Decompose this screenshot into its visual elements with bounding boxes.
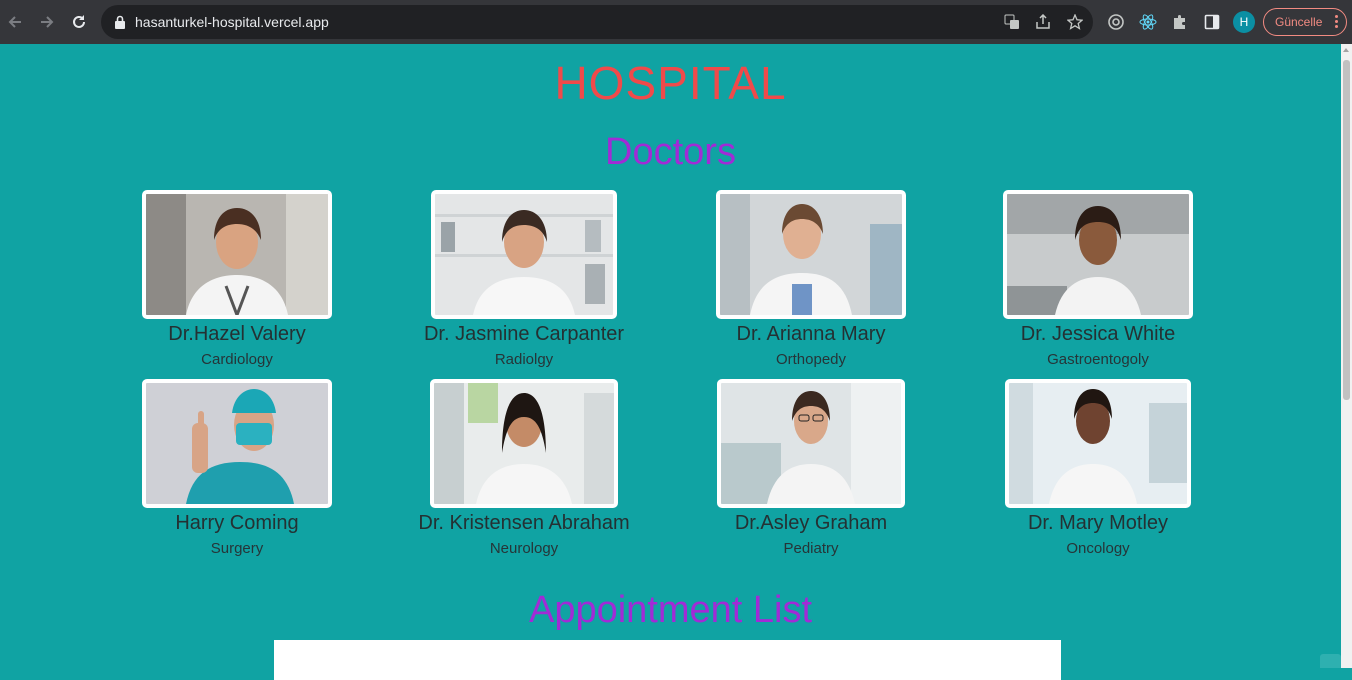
doctor-photo-frame — [716, 190, 906, 319]
doctors-heading: Doctors — [605, 131, 736, 173]
doctor-name: Dr. Arianna Mary — [736, 323, 886, 345]
doctor-card[interactable]: Dr.Asley Graham Pediatry — [691, 379, 931, 559]
doctor-photo — [146, 383, 328, 504]
doctor-card[interactable]: Dr.Hazel Valery Cardiology — [117, 190, 357, 370]
doctor-photo-frame — [431, 190, 617, 319]
doctor-card[interactable]: Dr. Kristensen Abraham Neurology — [404, 379, 644, 559]
site-title: HOSPITAL — [554, 57, 787, 109]
back-arrow-icon[interactable] — [3, 10, 27, 34]
doctor-photo — [146, 194, 328, 315]
doctor-department: Neurology — [489, 540, 559, 557]
share-icon[interactable] — [1034, 13, 1052, 31]
doctor-card[interactable]: Dr. Jessica White Gastroentogoly — [978, 190, 1218, 370]
doctor-name: Harry Coming — [175, 512, 299, 534]
doctor-name: Dr.Asley Graham — [734, 512, 888, 534]
doctor-department: Radiolgy — [494, 351, 554, 368]
lock-icon[interactable] — [114, 15, 126, 34]
scroll-up-arrow-icon[interactable] — [1343, 48, 1349, 52]
doctor-name: Dr. Jasmine Carpanter — [423, 323, 625, 345]
doctor-department: Cardiology — [201, 351, 273, 368]
doctor-photo-frame — [142, 379, 332, 508]
doctor-card[interactable]: Dr. Arianna Mary Orthopedy — [691, 190, 931, 370]
doctor-card[interactable]: Harry Coming Surgery — [117, 379, 357, 559]
doctor-card[interactable]: Dr. Jasmine Carpanter Radiolgy — [404, 190, 644, 370]
reload-icon[interactable] — [67, 10, 91, 34]
page-viewport: HOSPITAL Doctors Dr.Hazel Valery Cardiol… — [0, 44, 1341, 680]
doctor-department: Pediatry — [783, 540, 839, 557]
scrollbar-thumb[interactable] — [1343, 60, 1350, 400]
puzzle-icon[interactable] — [1170, 12, 1190, 32]
doctor-department: Oncology — [1066, 540, 1130, 557]
doctor-department: Surgery — [210, 540, 264, 557]
doctor-photo — [434, 383, 614, 504]
kebab-menu-icon[interactable] — [1335, 15, 1338, 30]
doctor-name: Dr. Jessica White — [1020, 323, 1176, 345]
doctor-photo — [1007, 194, 1189, 315]
star-icon[interactable] — [1066, 13, 1084, 31]
browser-toolbar: hasanturkel-hospital.vercel.app H Güncel… — [0, 0, 1352, 44]
doctor-photo-frame — [1003, 190, 1193, 319]
doctor-photo — [720, 194, 902, 315]
doctor-photo — [1009, 383, 1187, 504]
doctor-name: Dr. Mary Motley — [1027, 512, 1169, 534]
translate-icon[interactable] — [1003, 13, 1021, 31]
corner-widget[interactable] — [1320, 654, 1341, 668]
address-bar[interactable]: hasanturkel-hospital.vercel.app — [101, 5, 1093, 39]
doctor-photo-frame — [717, 379, 905, 508]
extension-circle-icon[interactable] — [1106, 12, 1126, 32]
doctor-photo — [435, 194, 613, 315]
update-button-label: Güncelle — [1275, 15, 1323, 29]
react-devtools-icon[interactable] — [1138, 12, 1158, 32]
page-scrollbar[interactable] — [1341, 44, 1352, 668]
side-panel-icon[interactable] — [1202, 12, 1222, 32]
doctor-department: Gastroentogoly — [1047, 351, 1149, 368]
doctor-name: Dr.Hazel Valery — [168, 323, 306, 345]
doctor-card[interactable]: Dr. Mary Motley Oncology — [978, 379, 1218, 559]
forward-arrow-icon[interactable] — [35, 10, 59, 34]
appointment-list-panel — [274, 640, 1061, 680]
profile-avatar[interactable]: H — [1233, 11, 1255, 33]
doctor-photo-frame — [1005, 379, 1191, 508]
doctor-photo-frame — [430, 379, 618, 508]
doctor-photo-frame — [142, 190, 332, 319]
doctor-photo — [721, 383, 901, 504]
appointment-list-heading: Appointment List — [528, 589, 813, 631]
update-button[interactable]: Güncelle — [1263, 8, 1347, 36]
doctor-department: Orthopedy — [775, 351, 847, 368]
url-text[interactable]: hasanturkel-hospital.vercel.app — [135, 5, 329, 39]
doctor-name: Dr. Kristensen Abraham — [418, 512, 630, 534]
